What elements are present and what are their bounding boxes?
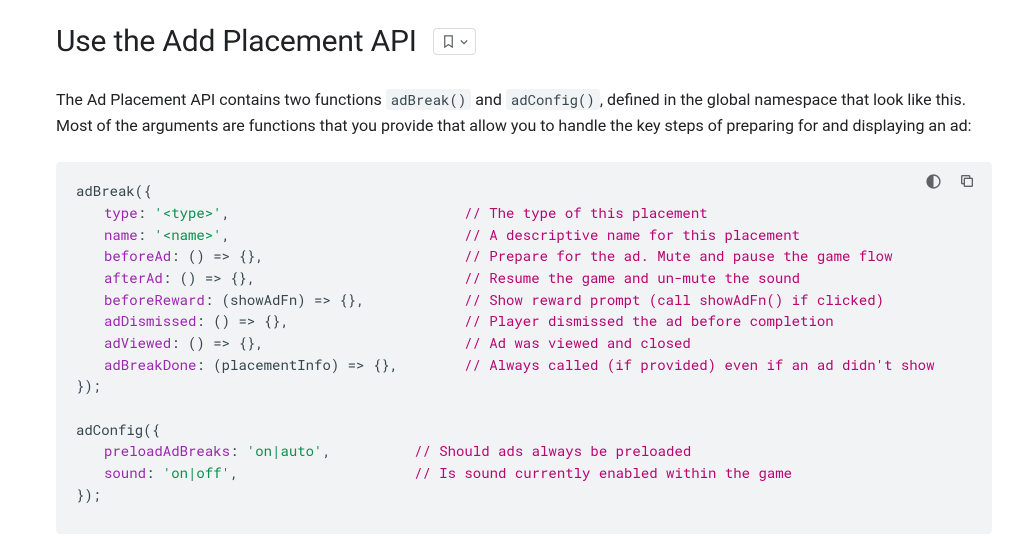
bookmark-button[interactable] <box>433 28 476 55</box>
code-line: preloadAdBreaks: 'on|auto',// Should ads… <box>76 440 972 462</box>
code-line: adConfig({ <box>76 419 972 441</box>
caret-down-icon <box>460 38 468 46</box>
code-line: }); <box>76 484 972 506</box>
page-title: Use the Add Placement API <box>56 24 417 59</box>
code-line: beforeAd: () => {},// Prepare for the ad… <box>76 245 972 267</box>
intro-text: and <box>471 90 506 109</box>
code-line: adBreakDone: (placementInfo) => {},// Al… <box>76 354 972 376</box>
code-line: adDismissed: () => {},// Player dismisse… <box>76 310 972 332</box>
code-line: }); <box>76 375 972 397</box>
intro-paragraph: The Ad Placement API contains two functi… <box>56 87 992 138</box>
copy-button[interactable] <box>956 170 978 192</box>
code-line: type: '<type>',// The type of this place… <box>76 202 972 224</box>
inline-code: adBreak() <box>386 89 472 110</box>
code-tools <box>922 170 978 192</box>
intro-text: The Ad Placement API contains two functi… <box>56 90 386 109</box>
code-line: name: '<name>',// A descriptive name for… <box>76 224 972 246</box>
theme-toggle-button[interactable] <box>922 170 944 192</box>
copy-icon <box>959 173 975 189</box>
bookmark-icon <box>441 34 456 49</box>
title-row: Use the Add Placement API <box>56 24 992 59</box>
code-line: sound: 'on|off',// Is sound currently en… <box>76 462 972 484</box>
code-line <box>76 397 972 419</box>
code-line: beforeReward: (showAdFn) => {},// Show r… <box>76 289 972 311</box>
contrast-icon <box>925 173 942 190</box>
inline-code: adConfig() <box>506 89 600 110</box>
code-line: adBreak({ <box>76 180 972 202</box>
code-line: afterAd: () => {},// Resume the game and… <box>76 267 972 289</box>
code-line: adViewed: () => {},// Ad was viewed and … <box>76 332 972 354</box>
code-block: adBreak({ type: '<type>',// The type of … <box>56 162 992 533</box>
